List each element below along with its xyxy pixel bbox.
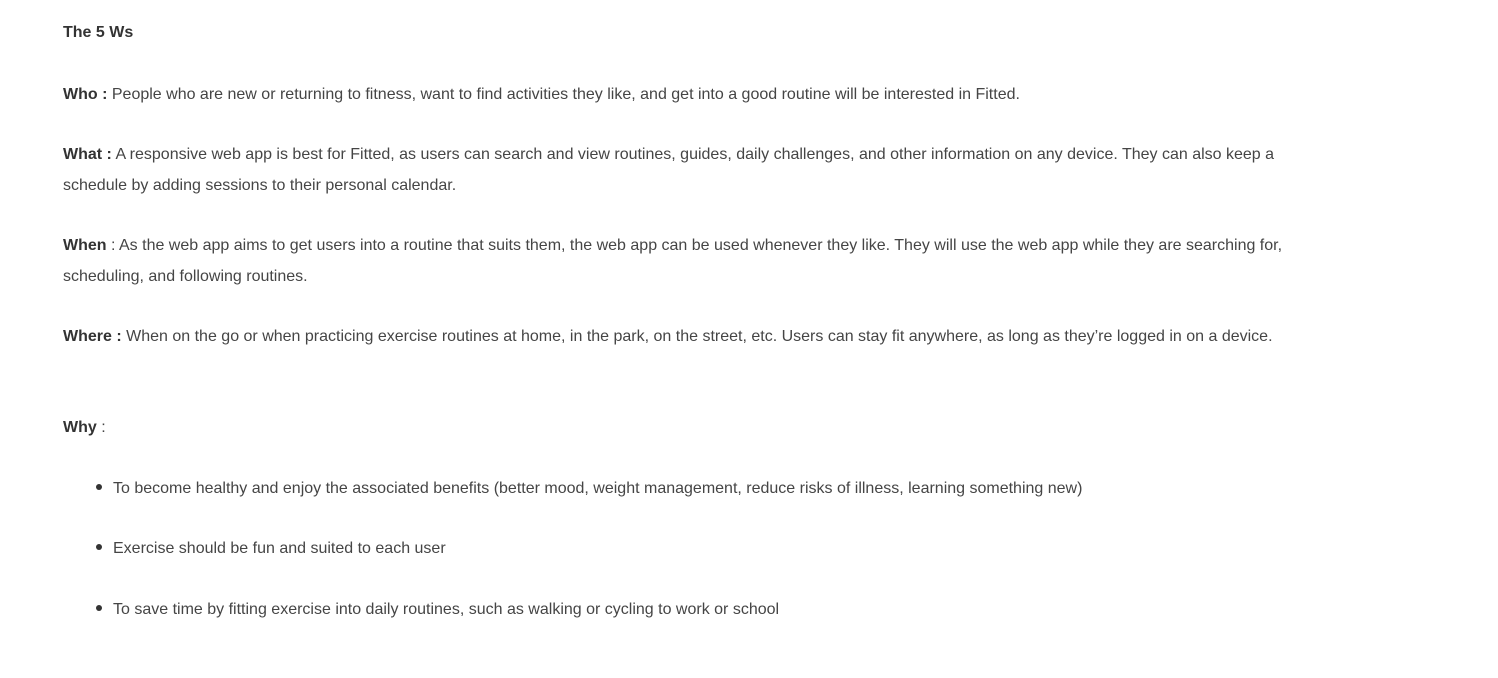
what-text: A responsive web app is best for Fitted,… — [63, 146, 1275, 194]
where-paragraph: Where : When on the go or when practicin… — [63, 321, 1308, 352]
what-term: What : — [63, 146, 112, 163]
list-item: To save time by fitting exercise into da… — [96, 594, 779, 625]
list-item: Exercise should be fun and suited to eac… — [96, 533, 446, 564]
bullet-icon — [96, 483, 102, 490]
why-term: Why — [63, 419, 97, 436]
bullet-icon — [96, 604, 102, 611]
what-paragraph: What : A responsive web app is best for … — [63, 139, 1308, 201]
where-term: Where : — [63, 328, 122, 345]
who-text: People who are new or returning to fitne… — [107, 86, 1020, 103]
why-text: : — [96, 419, 106, 436]
section-heading: The 5 Ws — [63, 24, 134, 41]
list-item-text: To save time by fitting exercise into da… — [113, 601, 780, 618]
document-content: The 5 Ws Who : People who are new or ret… — [0, 0, 1498, 678]
bullet-icon — [96, 543, 102, 550]
when-paragraph: When : As the web app aims to get users … — [63, 230, 1308, 292]
why-paragraph: Why : — [63, 412, 1308, 443]
who-term: Who : — [63, 86, 108, 103]
where-text: When on the go or when practicing exerci… — [121, 328, 1273, 345]
list-item: To become healthy and enjoy the associat… — [96, 473, 1082, 504]
when-text: : As the web app aims to get users into … — [63, 237, 1283, 285]
list-item-text: Exercise should be fun and suited to eac… — [113, 540, 446, 557]
when-term: When — [63, 237, 107, 254]
list-item-text: To become healthy and enjoy the associat… — [113, 480, 1083, 497]
who-paragraph: Who : People who are new or returning to… — [63, 79, 1308, 110]
